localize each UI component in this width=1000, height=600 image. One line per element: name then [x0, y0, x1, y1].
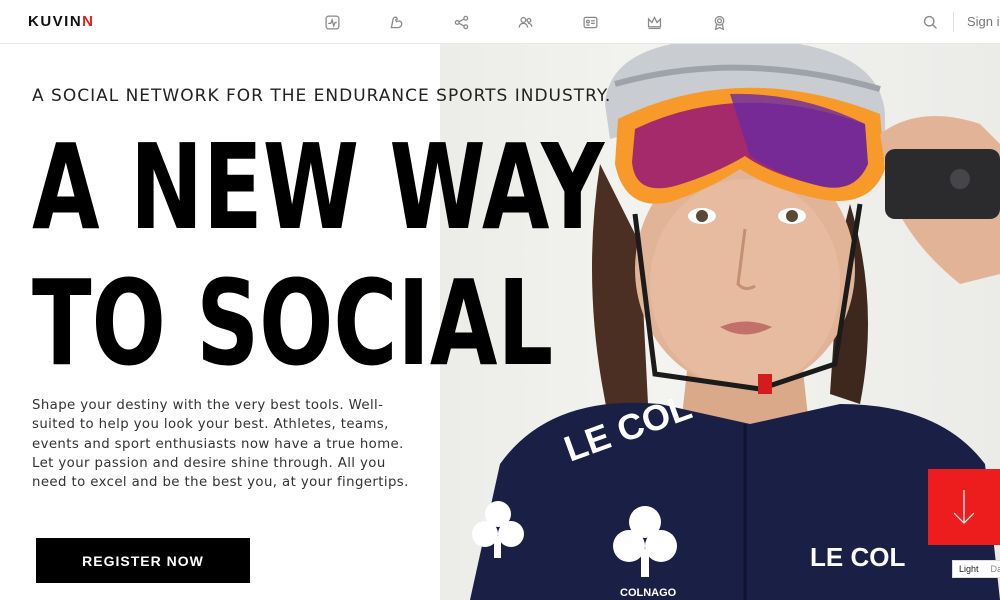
- hero-tagline: A SOCIAL NETWORK FOR THE ENDURANCE SPORT…: [32, 86, 612, 106]
- medal-icon[interactable]: [707, 10, 731, 34]
- hero-description: Shape your destiny with the very best to…: [32, 398, 409, 491]
- arrow-down-icon: [953, 490, 975, 524]
- theme-toggle: Light Dark: [952, 560, 1000, 578]
- hero-headline-line-1: A NEW WAY: [32, 118, 605, 256]
- crown-icon[interactable]: [642, 10, 666, 34]
- scroll-down-button[interactable]: [928, 469, 1000, 545]
- hero-headline-line-2: TO SOCIAL: [32, 254, 554, 392]
- header-divider: [953, 12, 954, 32]
- search-icon[interactable]: [918, 10, 942, 34]
- logo-accent: N: [82, 13, 95, 30]
- logo-text: KUVIN: [28, 13, 83, 30]
- users-icon[interactable]: [513, 10, 537, 34]
- theme-light-option[interactable]: Light: [953, 561, 985, 577]
- sign-in-link[interactable]: Sign in: [967, 14, 1000, 29]
- muscle-icon[interactable]: [384, 10, 408, 34]
- share-icon[interactable]: [449, 10, 473, 34]
- register-now-button[interactable]: REGISTER NOW: [36, 538, 250, 583]
- id-card-icon[interactable]: [578, 10, 602, 34]
- activity-icon[interactable]: [320, 10, 344, 34]
- jersey-brand-text-2: LE COL: [810, 542, 905, 572]
- kuvinn-logo[interactable]: KUVINN: [28, 13, 95, 30]
- top-navigation-bar: KUVINN Sign in: [0, 0, 1000, 44]
- jersey-sponsor-text: COLNAGO: [620, 587, 677, 599]
- theme-dark-option[interactable]: Dark: [985, 561, 1000, 577]
